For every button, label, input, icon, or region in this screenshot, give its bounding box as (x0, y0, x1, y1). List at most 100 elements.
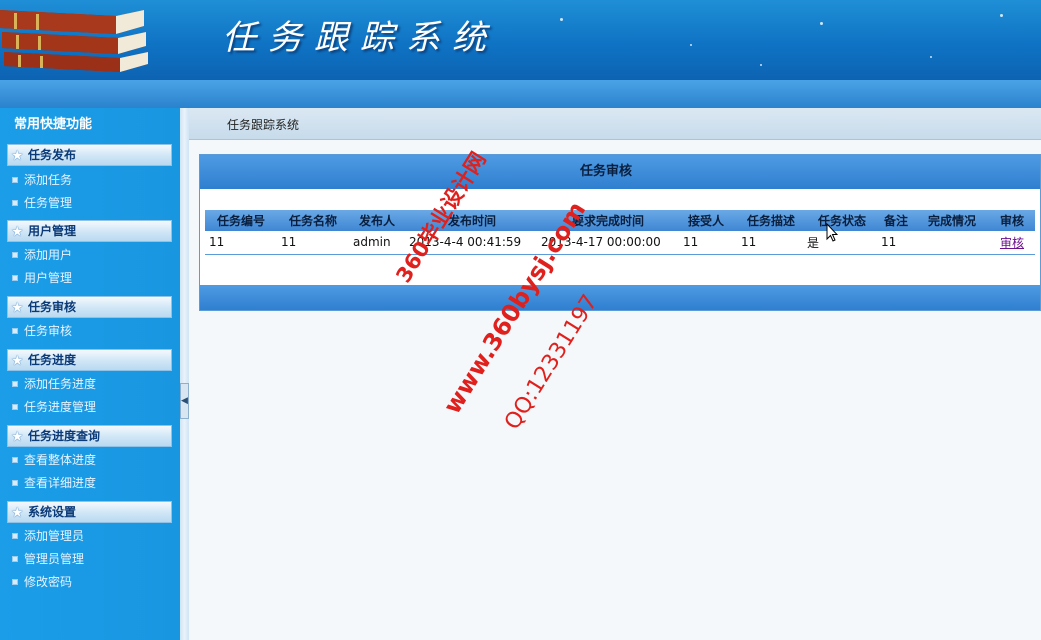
sparkle-decoration (760, 64, 762, 66)
collapse-arrow-icon[interactable]: ◀ (180, 383, 189, 419)
books-icon (0, 10, 148, 72)
review-link[interactable]: 审核 (1000, 236, 1024, 250)
square-bullet-icon (12, 275, 18, 281)
menu-item-detail-progress[interactable]: 查看详细进度 (12, 474, 96, 492)
mouse-cursor-icon (826, 223, 838, 242)
star-icon: ★ (11, 353, 24, 369)
cell-due-time: 2013-4-17 00:00:00 (539, 231, 677, 255)
table-header-row: 任务编号 任务名称 发布人 发布时间 要求完成时间 接受人 任务描述 任务状态 … (205, 210, 1035, 231)
sparkle-decoration (690, 44, 692, 46)
cell-status: 是 (807, 231, 877, 255)
sidebar-title: 常用快捷功能 (14, 117, 93, 132)
sidebar-splitter[interactable] (180, 108, 189, 640)
menu-item-add-admin[interactable]: 添加管理员 (12, 527, 84, 545)
menu-item-overall-progress[interactable]: 查看整体进度 (12, 451, 96, 469)
panel-footer (200, 285, 1040, 310)
header-band (0, 80, 1041, 108)
menu-item-label: 查看详细进度 (24, 476, 97, 490)
menu-item-admin-manage[interactable]: 管理员管理 (12, 550, 84, 568)
menu-item-label: 管理员管理 (24, 552, 85, 566)
column-header: 任务描述 (735, 210, 807, 231)
menu-item-task-review[interactable]: 任务审核 (12, 322, 72, 340)
column-header: 审核 (989, 210, 1035, 231)
menu-item-label: 添加任务进度 (24, 377, 97, 391)
sparkle-decoration (560, 18, 563, 21)
star-icon: ★ (11, 505, 24, 521)
square-bullet-icon (12, 404, 18, 410)
column-header: 任务状态 (807, 210, 877, 231)
cell-review: 审核 (989, 231, 1035, 255)
group-label: 任务进度查询 (28, 429, 101, 443)
square-bullet-icon (12, 328, 18, 334)
main-content: 任务跟踪系统 任务审核 任务编号 任务名称 发布人 发布时间 要求完成时间 接受… (189, 108, 1041, 640)
square-bullet-icon (12, 480, 18, 486)
cell-task-id: 11 (205, 231, 277, 255)
header-banner: 任务跟踪系统 (0, 0, 1041, 80)
menu-item-label: 任务审核 (24, 324, 73, 338)
cell-receiver: 11 (677, 231, 735, 255)
group-label: 任务发布 (28, 148, 77, 162)
group-header-progress-query[interactable]: ★ 任务进度查询 (7, 425, 172, 447)
square-bullet-icon (12, 200, 18, 206)
menu-item-add-user[interactable]: 添加用户 (12, 246, 72, 264)
group-header-task-publish[interactable]: ★ 任务发布 (7, 144, 172, 166)
group-header-system-settings[interactable]: ★ 系统设置 (7, 501, 172, 523)
sparkle-decoration (1000, 14, 1003, 17)
square-bullet-icon (12, 381, 18, 387)
menu-item-label: 查看整体进度 (24, 453, 97, 467)
panel-header: 任务审核 (200, 155, 1040, 189)
square-bullet-icon (12, 457, 18, 463)
cell-publish-time: 2013-4-4 00:41:59 (405, 231, 539, 255)
cell-publisher: admin (349, 231, 405, 255)
menu-item-label: 任务管理 (24, 196, 73, 210)
square-bullet-icon (12, 556, 18, 562)
column-header: 完成情况 (915, 210, 989, 231)
cell-completion (915, 231, 989, 255)
star-icon: ★ (11, 300, 24, 316)
task-table: 任务编号 任务名称 发布人 发布时间 要求完成时间 接受人 任务描述 任务状态 … (205, 210, 1035, 255)
menu-item-add-task[interactable]: 添加任务 (12, 171, 72, 189)
column-header: 要求完成时间 (539, 210, 677, 231)
cell-description: 11 (735, 231, 807, 255)
group-label: 任务审核 (28, 300, 77, 314)
group-label: 用户管理 (28, 224, 77, 238)
sidebar: 常用快捷功能 ★ 任务发布 添加任务 任务管理 ★ 用户管理 添加用户 用户管理… (0, 108, 180, 640)
menu-item-label: 添加用户 (24, 248, 73, 262)
star-icon: ★ (11, 148, 24, 164)
cell-task-name: 11 (277, 231, 349, 255)
breadcrumb: 任务跟踪系统 (189, 108, 1041, 140)
column-header: 发布时间 (405, 210, 539, 231)
cell-remark: 11 (877, 231, 915, 255)
menu-item-add-progress[interactable]: 添加任务进度 (12, 375, 96, 393)
panel-title: 任务审核 (579, 164, 632, 179)
column-header: 备注 (877, 210, 915, 231)
square-bullet-icon (12, 177, 18, 183)
menu-item-label: 添加管理员 (24, 529, 85, 543)
group-header-task-review[interactable]: ★ 任务审核 (7, 296, 172, 318)
menu-item-progress-manage[interactable]: 任务进度管理 (12, 398, 96, 416)
menu-item-label: 添加任务 (24, 173, 73, 187)
column-header: 发布人 (349, 210, 405, 231)
sparkle-decoration (820, 22, 823, 25)
menu-item-label: 任务进度管理 (24, 400, 97, 414)
menu-item-task-manage[interactable]: 任务管理 (12, 194, 72, 212)
group-label: 任务进度 (28, 353, 77, 367)
menu-item-change-password[interactable]: 修改密码 (12, 573, 72, 591)
group-label: 系统设置 (28, 505, 77, 519)
star-icon: ★ (11, 224, 24, 240)
square-bullet-icon (12, 252, 18, 258)
menu-item-user-manage[interactable]: 用户管理 (12, 269, 72, 287)
sparkle-decoration (930, 56, 932, 58)
table-row: 11 11 admin 2013-4-4 00:41:59 2013-4-17 … (205, 231, 1035, 255)
group-header-task-progress[interactable]: ★ 任务进度 (7, 349, 172, 371)
group-header-user-manage[interactable]: ★ 用户管理 (7, 220, 172, 242)
breadcrumb-label: 任务跟踪系统 (227, 118, 300, 132)
column-header: 接受人 (677, 210, 735, 231)
menu-item-label: 用户管理 (24, 271, 73, 285)
review-panel: 任务审核 任务编号 任务名称 发布人 发布时间 要求完成时间 接受人 任务描述 … (199, 154, 1041, 311)
menu-item-label: 修改密码 (24, 575, 73, 589)
square-bullet-icon (12, 533, 18, 539)
column-header: 任务名称 (277, 210, 349, 231)
column-header: 任务编号 (205, 210, 277, 231)
square-bullet-icon (12, 579, 18, 585)
